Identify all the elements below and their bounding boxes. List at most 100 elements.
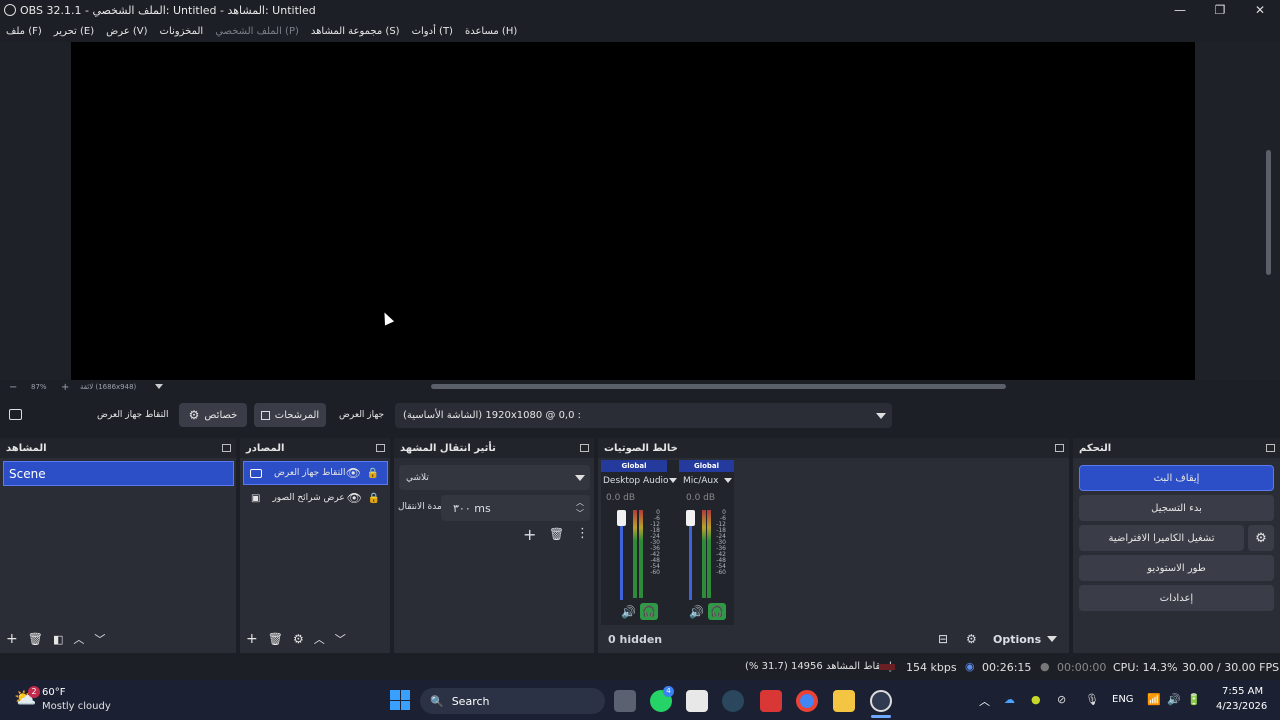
source-item-slideshow[interactable]: ▣ عرض شرائح الصور 👁 🔒: [243, 486, 388, 510]
zoom-in-button[interactable]: +: [61, 382, 69, 393]
popout-icon[interactable]: [376, 444, 385, 452]
stop-streaming-button[interactable]: إيقاف البث: [1079, 465, 1274, 491]
chevron-down-icon[interactable]: [669, 478, 677, 483]
chevron-down-icon[interactable]: [724, 478, 732, 483]
video-editor-icon[interactable]: [760, 690, 782, 712]
stream-icon: ◉: [965, 660, 975, 673]
zoom-out-button[interactable]: −: [9, 382, 17, 393]
mic-aux-volume-knob[interactable]: [686, 510, 695, 526]
remove-source-button[interactable]: 🗑: [268, 632, 283, 646]
menu-file[interactable]: ملف (F): [6, 26, 42, 37]
filters-button[interactable]: المرشحات: [254, 403, 326, 427]
menu-docks[interactable]: المخزونات: [160, 26, 204, 37]
chrome-icon[interactable]: [796, 690, 818, 712]
obs-taskbar-icon[interactable]: [870, 690, 892, 712]
close-button[interactable]: ✕: [1240, 0, 1280, 20]
add-source-button[interactable]: +: [246, 631, 258, 647]
menu-edit[interactable]: تحرير (E): [54, 26, 94, 37]
zoom-fit-label[interactable]: لائقة (1686x948): [80, 383, 136, 391]
remove-scene-button[interactable]: 🗑: [28, 632, 43, 646]
audio-mixer-title: خالط الصوتيات: [604, 442, 678, 454]
steam-icon[interactable]: [722, 690, 744, 712]
no-wifi-tray-icon[interactable]: ⊘: [1057, 693, 1066, 706]
whatsapp-badge: 4: [663, 686, 674, 697]
eye-icon[interactable]: 👁: [346, 466, 361, 480]
popout-icon[interactable]: [1266, 444, 1275, 452]
wifi-icon[interactable]: 📶: [1147, 693, 1161, 706]
mixer-options-button[interactable]: Options: [993, 628, 1065, 650]
volume-icon[interactable]: 🔊: [1167, 693, 1181, 706]
source-item-display-capture[interactable]: التقاط جهاز العرض 👁 🔒: [243, 461, 388, 485]
speaker-icon[interactable]: 🔊: [621, 605, 636, 619]
display-select-value: (الشاشة الأساسية) 1920x1080 @ 0,0 :: [403, 410, 582, 421]
move-scene-down-button[interactable]: ﹀: [94, 631, 105, 647]
menu-profile[interactable]: الملف الشخصي (P): [215, 26, 299, 37]
windows-start-icon[interactable]: [390, 690, 410, 710]
move-source-up-button[interactable]: ︿: [314, 631, 325, 647]
chevron-down-icon: [876, 413, 886, 419]
studio-mode-button[interactable]: طور الاستوديو: [1079, 555, 1274, 581]
stepper-down-icon[interactable]: ﹀: [576, 508, 584, 519]
transition-type-select[interactable]: تلاشي: [399, 465, 590, 490]
maximize-button[interactable]: ❐: [1200, 0, 1240, 20]
transition-menu-icon[interactable]: ⋮: [576, 526, 589, 541]
clock-time[interactable]: 7:55 AM: [1222, 686, 1263, 697]
desktop-audio-name[interactable]: Desktop Audio: [603, 476, 669, 486]
app-tray-icon[interactable]: ●: [1031, 693, 1041, 706]
desktop-audio-meter: [633, 510, 637, 598]
menu-help[interactable]: مساعدة (H): [465, 26, 517, 37]
advanced-audio-icon[interactable]: ⚙: [966, 632, 977, 646]
start-virtual-camera-button[interactable]: تشغيل الكاميرا الافتراضية: [1079, 525, 1244, 551]
menu-scene-collection[interactable]: مجموعة المشاهد (S): [311, 26, 400, 37]
popout-icon[interactable]: [222, 444, 231, 452]
source-properties-button[interactable]: ⚙: [293, 632, 304, 646]
headphones-icon[interactable]: 🎧: [708, 603, 726, 620]
virtual-camera-settings-gear-icon[interactable]: ⚙: [1248, 525, 1274, 551]
capcut-icon[interactable]: [686, 690, 708, 712]
preview-horizontal-scrollbar[interactable]: [431, 384, 1006, 389]
move-scene-up-button[interactable]: ︿: [73, 631, 84, 647]
layout-icon[interactable]: ⊟: [938, 632, 948, 646]
language-indicator[interactable]: ENG: [1112, 694, 1134, 705]
remove-transition-button[interactable]: 🗑: [549, 527, 564, 541]
add-scene-button[interactable]: +: [6, 631, 18, 647]
headphones-icon[interactable]: 🎧: [640, 603, 658, 620]
mic-aux-name[interactable]: Mic/Aux: [683, 476, 718, 486]
zoom-dropdown-icon[interactable]: [155, 384, 163, 389]
lock-icon[interactable]: 🔒: [368, 493, 380, 504]
fps: 30.00 / 30.00 FPS: [1182, 661, 1280, 674]
speaker-icon[interactable]: 🔊: [689, 605, 704, 619]
microphone-icon[interactable]: 🎙: [1085, 693, 1099, 706]
scene-filters-button[interactable]: ◧: [53, 633, 63, 646]
popout-icon[interactable]: [1055, 444, 1064, 452]
clock-date[interactable]: 4/23/2026: [1216, 701, 1267, 712]
file-explorer-icon[interactable]: [833, 690, 855, 712]
chevron-up-icon[interactable]: ︿: [979, 693, 990, 709]
taskbar-search-box[interactable]: 🔍 Search: [420, 688, 605, 714]
hidden-count: 0 hidden: [608, 633, 663, 646]
add-transition-button[interactable]: +: [523, 525, 536, 544]
battery-icon[interactable]: 🔋: [1187, 693, 1201, 706]
eye-icon[interactable]: 👁: [347, 491, 362, 505]
transition-duration-input[interactable]: ٣٠٠ ms ︿ ﹀: [441, 495, 590, 521]
program-preview[interactable]: [71, 42, 1195, 380]
task-view-icon[interactable]: [614, 690, 636, 712]
stepper-up-icon[interactable]: ︿: [576, 497, 584, 508]
menu-view[interactable]: عرض (V): [106, 26, 147, 37]
properties-button[interactable]: ⚙ خصائص: [179, 403, 247, 427]
onedrive-icon[interactable]: ☁: [1004, 693, 1015, 706]
lock-icon[interactable]: 🔒: [367, 468, 379, 479]
desktop-audio-volume-knob[interactable]: [617, 510, 626, 526]
menu-tools[interactable]: أدوات (T): [412, 26, 453, 37]
minimize-button[interactable]: —: [1160, 0, 1200, 20]
network-health-icon: [879, 664, 895, 670]
scene-list-item[interactable]: Scene: [3, 461, 234, 486]
mic-aux-meter: [707, 510, 711, 598]
gear-icon: ⚙: [188, 408, 200, 422]
preview-vertical-scrollbar[interactable]: [1266, 150, 1271, 275]
display-select[interactable]: (الشاشة الأساسية) 1920x1080 @ 0,0 :: [395, 403, 892, 428]
start-recording-button[interactable]: بدء التسجيل: [1079, 495, 1274, 521]
move-source-down-button[interactable]: ﹀: [335, 631, 346, 647]
popout-icon[interactable]: [580, 444, 589, 452]
settings-button[interactable]: إعدادات: [1079, 585, 1274, 611]
